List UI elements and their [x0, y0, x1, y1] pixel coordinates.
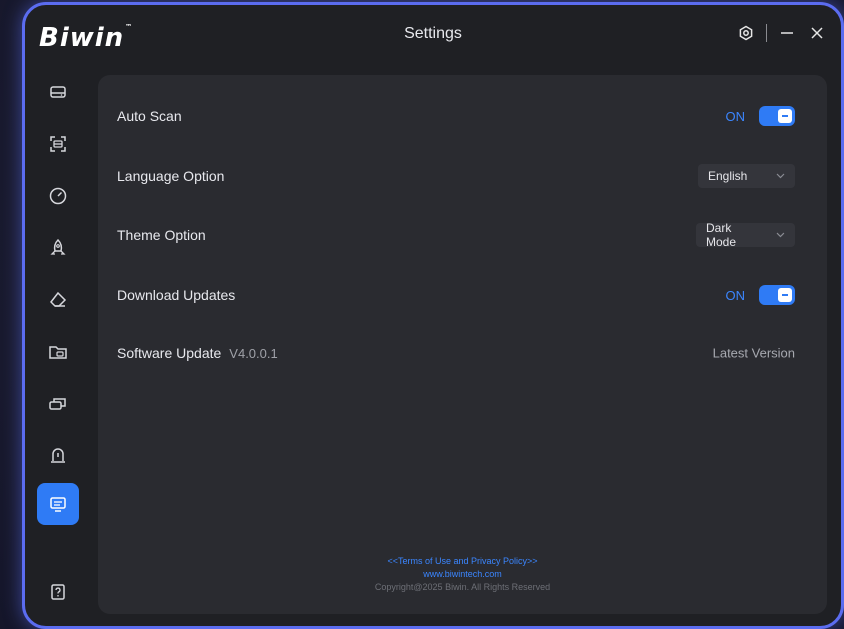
theme-select[interactable]: Dark Mode — [696, 221, 795, 249]
help-icon — [51, 584, 65, 600]
language-label: Language Option — [117, 168, 225, 184]
language-row: Language Option English — [117, 164, 795, 188]
eraser-icon — [50, 291, 67, 307]
auto-scan-row: Auto Scan ON — [117, 104, 795, 128]
auto-scan-state: ON — [725, 108, 746, 124]
title-bar: Biwin™ Settings — [25, 5, 841, 65]
software-update-label: Software Update — [117, 345, 222, 361]
sidebar-item-clone[interactable] — [37, 383, 79, 425]
minimize-icon[interactable] — [777, 23, 797, 43]
alert-icon — [51, 448, 65, 463]
drive-icon — [50, 86, 66, 98]
sidebar-item-alert[interactable] — [37, 435, 79, 477]
download-updates-toggle[interactable] — [759, 285, 795, 305]
sidebar-item-speed[interactable] — [37, 175, 79, 217]
terms-privacy-link[interactable]: <<Terms of Use and Privacy Policy>> — [98, 555, 827, 568]
window-title: Settings — [404, 25, 462, 42]
rocket-icon — [50, 238, 66, 255]
sidebar-item-settings[interactable] — [37, 483, 79, 525]
download-updates-row: Download Updates ON — [117, 283, 795, 307]
auto-scan-toggle[interactable] — [759, 106, 795, 126]
theme-row: Theme Option Dark Mode — [117, 221, 795, 249]
sidebar-item-help[interactable] — [37, 571, 79, 613]
speedometer-icon — [49, 187, 67, 205]
app-window: Biwin™ Settings Auto Scan ON Language Op… — [22, 2, 844, 629]
theme-value: Dark Mode — [706, 221, 737, 249]
copyright-text: Copyright@2025 Biwin. All Rights Reserve… — [374, 582, 551, 592]
software-version: V4.0.0.1 — [229, 345, 278, 361]
website-link[interactable]: www.biwintech.com — [98, 568, 827, 581]
monitor-settings-icon — [50, 497, 66, 512]
latest-version-status: Latest Version — [712, 345, 795, 361]
chevron-down-icon — [776, 232, 785, 238]
sidebar-item-scan[interactable] — [37, 123, 79, 165]
download-updates-label: Download Updates — [117, 287, 236, 303]
scan-icon — [50, 136, 66, 152]
sidebar-item-erase[interactable] — [37, 279, 79, 321]
auto-scan-label: Auto Scan — [117, 108, 182, 124]
settings-icon[interactable] — [736, 23, 756, 43]
settings-panel: Auto Scan ON Language Option English The… — [98, 75, 827, 614]
clone-drive-icon — [49, 398, 66, 410]
controls-divider — [766, 24, 767, 42]
folder-backup-icon — [49, 346, 67, 359]
close-icon[interactable] — [807, 23, 827, 43]
sidebar-item-backup[interactable] — [37, 331, 79, 373]
footer: <<Terms of Use and Privacy Policy>> www.… — [98, 555, 827, 594]
download-updates-state: ON — [725, 287, 746, 303]
software-update-row: Software Update V4.0.0.1 Latest Version — [117, 341, 795, 365]
sidebar-item-boost[interactable] — [37, 227, 79, 269]
sidebar-item-drive[interactable] — [37, 71, 79, 113]
language-select[interactable]: English — [698, 164, 795, 188]
window-controls — [736, 23, 827, 43]
theme-label: Theme Option — [117, 227, 206, 243]
sidebar-nav — [37, 71, 79, 618]
language-value: English — [708, 169, 748, 183]
chevron-down-icon — [776, 173, 785, 179]
